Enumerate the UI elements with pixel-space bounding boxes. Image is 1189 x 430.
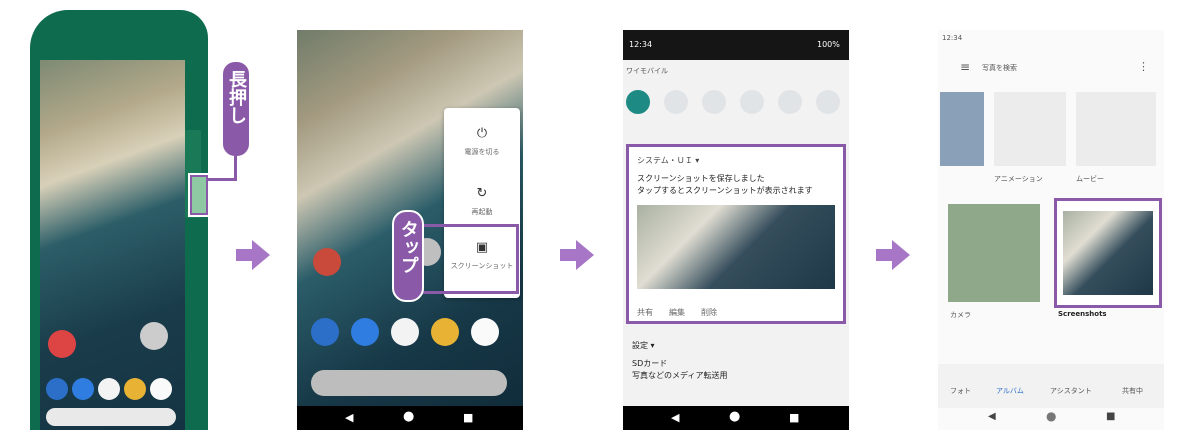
- share-action[interactable]: 共有: [637, 307, 653, 318]
- tab-assistant[interactable]: アシスタント: [1050, 386, 1092, 396]
- back-icon[interactable]: ◀: [345, 411, 353, 424]
- app-icon[interactable]: [140, 322, 168, 350]
- camera-icon[interactable]: [150, 378, 172, 400]
- status-bar: 12:34 100%: [623, 30, 849, 60]
- camera-icon[interactable]: [471, 318, 499, 346]
- app-icon[interactable]: [313, 248, 341, 276]
- screenshots-album-label: Screenshots: [1058, 310, 1107, 318]
- battery-saver-toggle-icon[interactable]: [816, 90, 840, 114]
- back-icon[interactable]: ◀: [671, 411, 679, 424]
- notif-app-name: システム・ＵＩ ▾: [637, 156, 700, 165]
- delete-action[interactable]: 削除: [701, 307, 717, 318]
- restart-option[interactable]: ↻ 再起動: [444, 186, 520, 217]
- restart-label: 再起動: [471, 208, 493, 216]
- nav-bar: ◀ ● ■: [623, 406, 849, 430]
- power-icon: ⏻: [476, 126, 488, 141]
- notif2-body: 写真などのメディア転送用: [632, 371, 728, 380]
- home-icon[interactable]: ●: [403, 409, 414, 424]
- screenshots-album-thumb: [1063, 211, 1153, 295]
- screenshot-preview: [637, 205, 835, 289]
- bottom-nav: フォト アルバム アシスタント 共有中: [938, 364, 1164, 408]
- power-off-option[interactable]: ⏻ 電源を切る: [444, 126, 520, 157]
- restart-icon: ↻: [476, 186, 488, 201]
- status-time: 12:34: [942, 34, 963, 42]
- next-arrow-icon: [560, 240, 594, 270]
- messages-icon[interactable]: [72, 378, 94, 400]
- tab-albums[interactable]: アルバム: [996, 386, 1024, 396]
- animation-album[interactable]: [994, 92, 1066, 166]
- notif-title: スクリーンショットを保存しました: [637, 174, 765, 183]
- movie-album[interactable]: [1076, 92, 1156, 166]
- chrome-icon[interactable]: [431, 318, 459, 346]
- nav-bar: ◀ ● ■: [297, 406, 523, 430]
- dock: [311, 318, 511, 348]
- next-arrow-icon: [236, 240, 270, 270]
- quick-settings: [626, 86, 846, 126]
- power-button[interactable]: [188, 173, 210, 217]
- screenshots-album-highlight[interactable]: [1054, 198, 1162, 308]
- search-bar[interactable]: [311, 370, 507, 396]
- callout-text: タップ: [398, 220, 419, 274]
- power-off-label: 電源を切る: [464, 148, 500, 156]
- callout-line: [206, 178, 237, 181]
- phone-icon[interactable]: [311, 318, 339, 346]
- screenshot-highlight: [421, 224, 519, 294]
- nav-bar: ◀ ● ■: [938, 408, 1164, 428]
- chrome-icon[interactable]: [124, 378, 146, 400]
- photo-search-input[interactable]: 写真を検索: [982, 63, 1017, 73]
- screenshot-notification[interactable]: システム・ＵＩ ▾ スクリーンショットを保存しました タップするとスクリーンショ…: [626, 144, 846, 324]
- edit-action[interactable]: 編集: [669, 307, 685, 318]
- notif2-title: SDカード: [632, 359, 668, 368]
- status-time: 12:34: [629, 40, 653, 49]
- more-options-icon[interactable]: ⋮: [1138, 60, 1149, 73]
- messages-icon[interactable]: [351, 318, 379, 346]
- play-store-icon[interactable]: [98, 378, 120, 400]
- home-icon[interactable]: ●: [729, 409, 740, 424]
- flashlight-toggle-icon[interactable]: [740, 90, 764, 114]
- home-icon[interactable]: ●: [1046, 409, 1056, 423]
- movie-album-label: ムービー: [1076, 175, 1104, 183]
- recents-icon[interactable]: ■: [463, 411, 473, 424]
- battery-level: 100%: [817, 40, 840, 49]
- app-icon[interactable]: [48, 330, 76, 358]
- notif-body: タップするとスクリーンショットが表示されます: [637, 186, 813, 195]
- rotate-toggle-icon[interactable]: [778, 90, 802, 114]
- camera-album-label: カメラ: [950, 311, 971, 319]
- callout-text: 長押し: [226, 70, 247, 124]
- dock: [46, 378, 178, 400]
- album-thumbnail[interactable]: [940, 92, 984, 166]
- long-press-callout: 長押し: [221, 60, 251, 158]
- phone-icon[interactable]: [46, 378, 68, 400]
- home-screen: [40, 60, 185, 430]
- menu-icon[interactable]: ≡: [960, 60, 970, 74]
- search-bar[interactable]: [46, 408, 176, 426]
- dnd-toggle-icon[interactable]: [702, 90, 726, 114]
- back-icon[interactable]: ◀: [988, 411, 996, 422]
- tap-callout: タップ: [392, 210, 424, 302]
- wifi-toggle-icon[interactable]: [626, 90, 650, 114]
- animation-album-label: アニメーション: [994, 175, 1043, 183]
- camera-album[interactable]: [948, 204, 1040, 302]
- next-arrow-icon: [876, 240, 910, 270]
- play-store-icon[interactable]: [391, 318, 419, 346]
- tab-sharing[interactable]: 共有中: [1122, 386, 1143, 396]
- notif2-app-name: 設定 ▾: [632, 341, 655, 350]
- tab-photos[interactable]: フォト: [950, 386, 971, 396]
- bluetooth-toggle-icon[interactable]: [664, 90, 688, 114]
- carrier-name: ワイモバイル: [626, 67, 668, 75]
- recents-icon[interactable]: ■: [1106, 411, 1115, 422]
- callout-line: [234, 156, 237, 180]
- recents-icon[interactable]: ■: [789, 411, 799, 424]
